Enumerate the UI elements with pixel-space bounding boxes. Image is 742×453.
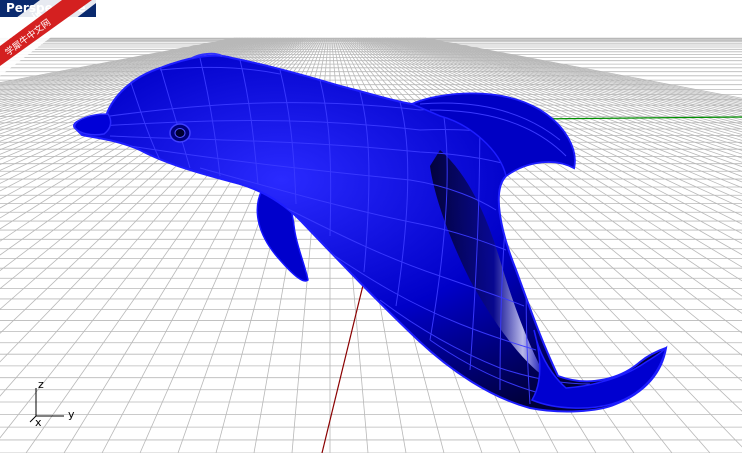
perspective-viewport[interactable]: Perspective (0, 0, 742, 453)
site-watermark: xuexiniu 学犀牛中文网 (0, 0, 100, 76)
dolphin-model[interactable] (73, 52, 668, 413)
construction-grid (0, 37, 742, 453)
triad-z-label: z (38, 378, 44, 391)
dolphin-body[interactable] (73, 54, 668, 413)
triad-x-label: x (35, 416, 42, 429)
triad-y-label: y (68, 408, 75, 421)
rostrum (73, 113, 112, 136)
